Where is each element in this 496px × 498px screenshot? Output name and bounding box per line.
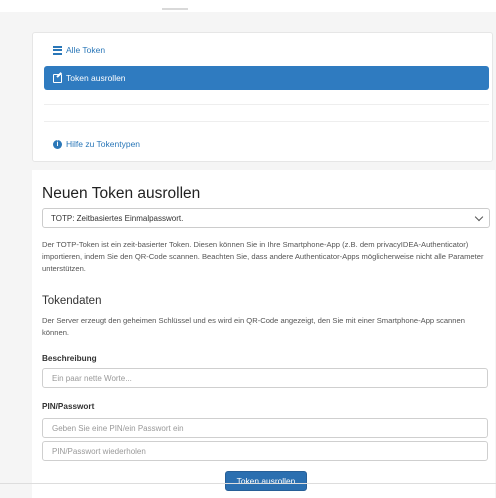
- page-divider: [0, 483, 496, 484]
- pin-input[interactable]: Geben Sie eine PIN/ein Passwort ein: [42, 418, 488, 438]
- nav-item-enroll-token[interactable]: Token ausrollen: [44, 66, 489, 90]
- nav-item-label: Hilfe zu Tokentypen: [66, 139, 141, 149]
- info-icon: i: [53, 139, 62, 149]
- enroll-token-button-label: Token ausrollen: [236, 476, 296, 486]
- pin-placeholder: Geben Sie eine PIN/ein Passwort ein: [52, 423, 184, 433]
- token-type-description: Der TOTP-Token ist ein zeit-basierter To…: [42, 240, 484, 273]
- nav-item-label: Token ausrollen: [66, 73, 126, 83]
- pin-label: PIN/Passwort: [42, 402, 95, 411]
- top-bar: [0, 0, 496, 12]
- page-title: Neuen Token ausrollen: [42, 185, 201, 202]
- token-nav-panel: Alle Token Token ausrollen i Hilfe zu To…: [32, 32, 493, 162]
- edit-icon: [53, 73, 62, 83]
- tokendata-heading: Tokendaten: [42, 295, 102, 307]
- description-placeholder: Ein paar nette Worte...: [52, 373, 132, 383]
- token-type-selected-value: TOTP: Zeitbasiertes Einmalpasswort.: [51, 213, 184, 223]
- token-type-select[interactable]: TOTP: Zeitbasiertes Einmalpasswort.: [42, 208, 490, 228]
- nav-item-all-tokens[interactable]: Alle Token: [44, 38, 489, 62]
- chevron-down-icon: [474, 212, 484, 222]
- nav-divider: [44, 121, 489, 122]
- pin-repeat-input[interactable]: PIN/Passwort wiederholen: [42, 441, 488, 461]
- enroll-form-panel: Neuen Token ausrollen TOTP: Zeitbasierte…: [32, 170, 495, 498]
- nav-item-token-type-help[interactable]: i Hilfe zu Tokentypen: [44, 132, 489, 156]
- tokendata-text: Der Server erzeugt den geheimen Schlüsse…: [42, 316, 465, 337]
- top-bar-indicator: [162, 8, 188, 10]
- description-label: Beschreibung: [42, 354, 97, 363]
- enroll-token-button[interactable]: Token ausrollen: [225, 471, 307, 491]
- nav-item-label: Alle Token: [66, 45, 106, 55]
- pin-repeat-placeholder: PIN/Passwort wiederholen: [52, 446, 146, 456]
- list-icon: [53, 45, 62, 55]
- description-input[interactable]: Ein paar nette Worte...: [42, 368, 488, 388]
- nav-divider: [44, 104, 489, 105]
